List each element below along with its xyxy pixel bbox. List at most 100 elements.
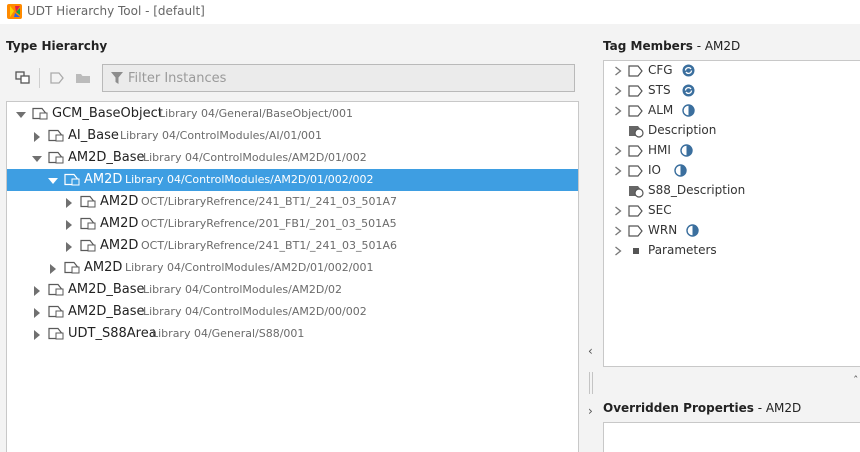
collapsed-arrow-icon[interactable] (614, 146, 622, 156)
tree-node-path: Library 04/ControlModules/AM2D/01/002 (143, 151, 367, 164)
member-row[interactable]: ALM (604, 101, 860, 121)
collapsed-arrow-icon[interactable] (64, 241, 74, 252)
toolbar-divider (39, 68, 40, 88)
member-name: STS (648, 83, 671, 97)
expand-right-arrow-icon[interactable]: › (588, 404, 593, 418)
member-row[interactable]: Description (604, 121, 860, 141)
filter-placeholder: Filter Instances (128, 71, 227, 86)
tree-row[interactable]: GCM_BaseObject Library 04/General/BaseObj… (7, 103, 578, 125)
sync-badge-icon (682, 84, 695, 97)
tree-row[interactable]: AM2D OCT/LibraryRefrence/241_BT1/_241_03_… (7, 235, 578, 257)
tree-row[interactable]: AM2D Library 04/ControlModules/AM2D/01/00… (7, 257, 578, 279)
udt-instance-icon (48, 283, 64, 296)
tree-row[interactable]: AM2D Library 04/ControlModules/AM2D/01/00… (7, 169, 578, 191)
filter-instances-input[interactable]: Filter Instances (102, 64, 575, 92)
tree-node-name: AM2D (84, 260, 123, 275)
udt-folder-icon (628, 105, 643, 117)
overridden-properties-label: Overridden Properties (603, 401, 754, 415)
collapsed-arrow-icon[interactable] (614, 106, 622, 116)
expanded-arrow-icon[interactable] (32, 153, 42, 163)
tree-node-name: AM2D (84, 172, 123, 187)
tree-row[interactable]: AM2D_Base Library 04/ControlModules/AM2D/… (7, 147, 578, 169)
udt-instance-icon (48, 129, 64, 142)
link-icon (15, 71, 30, 84)
tree-row[interactable]: AM2D_Base Library 04/ControlModules/AM2D/… (7, 301, 578, 323)
parameters-icon (633, 248, 639, 254)
collapsed-arrow-icon[interactable] (32, 329, 42, 340)
tree-node-path: OCT/LibraryRefrence/241_BT1/_241_03_501A… (141, 239, 398, 252)
tree-row[interactable]: UDT_S88Area Library 04/General/S88/001 (7, 323, 578, 345)
tree-row[interactable]: AI_Base Library 04/ControlModules/AI/01/0… (7, 125, 578, 147)
collapsed-arrow-icon[interactable] (32, 307, 42, 318)
collapsed-arrow-icon[interactable] (64, 197, 74, 208)
tree-node-name: GCM_BaseObject (52, 106, 163, 121)
collapsed-arrow-icon[interactable] (614, 66, 622, 76)
folder-filter-button[interactable] (72, 67, 94, 89)
tag-members-title: Tag Members - AM2D (603, 39, 740, 53)
expanded-arrow-icon[interactable] (16, 109, 26, 119)
tree-node-name: UDT_S88Area (68, 326, 157, 341)
tag-icon (50, 72, 64, 84)
udt-folder-icon (628, 225, 643, 237)
tree-node-path: Library 04/General/S88/001 (152, 327, 305, 340)
type-hierarchy-tree[interactable]: GCM_BaseObject Library 04/General/BaseObj… (6, 101, 579, 452)
tree-node-path: Library 04/ControlModules/AM2D/02 (143, 283, 343, 296)
tree-node-path: Library 04/ControlModules/AM2D/01/002/00… (125, 261, 374, 274)
collapsed-arrow-icon[interactable] (614, 206, 622, 216)
tree-node-path: OCT/LibraryRefrence/241_BT1/_241_03_501A… (141, 195, 398, 208)
member-row[interactable]: SEC (604, 201, 860, 221)
collapsed-arrow-icon[interactable] (32, 285, 42, 296)
collapsed-arrow-icon[interactable] (64, 219, 74, 230)
partial-badge-icon (674, 164, 687, 177)
collapsed-arrow-icon[interactable] (614, 246, 622, 256)
splitter-grip-icon[interactable] (589, 372, 593, 394)
member-row[interactable]: CFG (604, 61, 860, 81)
tag-members-label: Tag Members (603, 39, 693, 53)
expanded-arrow-icon[interactable] (48, 175, 58, 185)
tag-members-tree[interactable]: CFG STS ALM Description HMI IO S88_Descr… (603, 60, 860, 367)
collapsed-arrow-icon[interactable] (32, 131, 42, 142)
member-row[interactable]: STS (604, 81, 860, 101)
collapsed-arrow-icon[interactable] (614, 86, 622, 96)
member-row[interactable]: IO (604, 161, 860, 181)
tree-node-name: AM2D (100, 216, 139, 231)
partial-badge-icon (682, 104, 695, 117)
member-row[interactable]: WRN (604, 221, 860, 241)
udt-folder-icon (628, 165, 643, 177)
link-icon-button[interactable] (12, 67, 34, 89)
member-row[interactable]: HMI (604, 141, 860, 161)
tree-node-name: AM2D (100, 194, 139, 209)
partial-badge-icon (680, 144, 693, 157)
collapsed-arrow-icon[interactable] (614, 166, 622, 176)
folder-icon (76, 74, 90, 83)
collapse-left-arrow-icon[interactable]: ‹ (588, 344, 593, 358)
member-row[interactable]: S88_Description (604, 181, 860, 201)
tree-node-name: AI_Base (68, 128, 119, 143)
tree-row[interactable]: AM2D OCT/LibraryRefrence/201_FB1/_201_03_… (7, 213, 578, 235)
collapsed-arrow-icon[interactable] (614, 226, 622, 236)
udt-folder-icon (628, 85, 643, 97)
overridden-properties-panel[interactable] (603, 422, 860, 452)
member-row[interactable]: Parameters (604, 241, 860, 261)
tree-node-path: Library 04/ControlModules/AM2D/01/002/00… (125, 173, 374, 186)
udt-instance-icon (80, 195, 96, 208)
tree-node-name: AM2D (100, 238, 139, 253)
tree-row[interactable]: AM2D OCT/LibraryRefrence/241_BT1/_241_03_… (7, 191, 578, 213)
udt-instance-icon (64, 173, 80, 186)
udt-folder-icon (628, 205, 643, 217)
tree-node-path: OCT/LibraryRefrence/201_FB1/_201_03_501A… (141, 217, 397, 230)
collapse-up-arrow-icon[interactable]: ˆ (853, 374, 859, 387)
tag-members-target: - AM2D (692, 39, 741, 53)
tag-filter-button[interactable] (46, 67, 68, 89)
overridden-properties-target: - AM2D (753, 401, 802, 415)
tree-node-name: AM2D_Base (68, 282, 145, 297)
member-name: CFG (648, 63, 673, 77)
memory-tag-icon (629, 126, 644, 138)
tree-row[interactable]: AM2D_Base Library 04/ControlModules/AM2D/… (7, 279, 578, 301)
collapsed-arrow-icon[interactable] (48, 263, 58, 274)
app-logo-icon (7, 4, 22, 19)
member-name: Parameters (648, 243, 717, 257)
member-name: HMI (648, 143, 671, 157)
udt-instance-icon (80, 217, 96, 230)
member-name: ALM (648, 103, 674, 117)
